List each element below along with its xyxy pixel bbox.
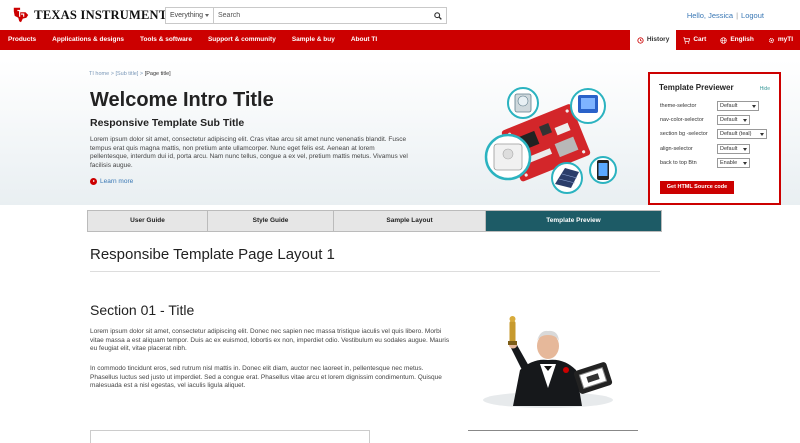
- theme-selector-select[interactable]: Default: [717, 101, 759, 111]
- align-selector-value: Default: [720, 146, 738, 152]
- nav-language[interactable]: English: [713, 30, 760, 50]
- chevron-down-icon: [760, 133, 764, 136]
- template-previewer-panel: Template Previewer Hide theme-selector D…: [648, 72, 781, 205]
- ti-logo[interactable]: TEXAS INSTRUMENTS: [12, 6, 174, 24]
- page-heading: Responsibe Template Page Layout 1: [90, 246, 335, 263]
- previewer-label-nav-color: nav-color-selector: [660, 117, 704, 123]
- hero-product-image: [484, 87, 617, 194]
- previewer-title: Template Previewer: [659, 83, 734, 92]
- get-html-source-button[interactable]: Get HTML Source code: [660, 181, 734, 194]
- chevron-down-icon: [205, 14, 209, 17]
- back-to-top-value: Enable: [720, 160, 738, 166]
- user-greeting-link[interactable]: Hello, Jessica: [687, 11, 733, 20]
- play-circle-icon: [90, 178, 97, 185]
- texas-map-logo-icon: [13, 7, 29, 23]
- tab-user-guide[interactable]: User Guide: [88, 211, 208, 231]
- main-nav: Products Applications & designs Tools & …: [0, 30, 800, 50]
- nav-utility: History Cart English myTI: [629, 30, 800, 50]
- nav-history-label: History: [646, 36, 670, 43]
- nav-color-selector-select[interactable]: Default: [717, 115, 750, 125]
- brand-wordmark: TEXAS INSTRUMENTS: [34, 7, 175, 22]
- previewer-label-section-bg: section bg -selector: [660, 131, 708, 137]
- nav-myti-label: myTI: [777, 36, 793, 43]
- template-tabs: User Guide Style Guide Sample Layout Tem…: [87, 210, 662, 232]
- search-input[interactable]: [214, 8, 430, 23]
- user-links: Hello, Jessica | Logout: [687, 11, 764, 20]
- cart-icon: [683, 36, 691, 44]
- nav-myti[interactable]: myTI: [761, 30, 800, 50]
- divider: [468, 430, 638, 431]
- search-scope-select[interactable]: Everything: [166, 8, 214, 23]
- learn-more-label: Learn more: [100, 178, 134, 185]
- section-image: [483, 316, 613, 408]
- tab-template-preview[interactable]: Template Preview: [486, 211, 661, 231]
- nav-sample-buy[interactable]: Sample & buy: [284, 30, 343, 50]
- previewer-label-theme: theme-selector: [660, 103, 697, 109]
- search-icon: [434, 11, 442, 20]
- section-paragraph-2: In commodo tincidunt eros, sed rutrum ni…: [90, 365, 442, 389]
- breadcrumb-home[interactable]: TI home: [89, 71, 109, 77]
- nav-support[interactable]: Support & community: [200, 30, 284, 50]
- learn-more-link[interactable]: Learn more: [90, 178, 133, 185]
- hero-title: Welcome Intro Title: [90, 89, 274, 111]
- nav-language-label: English: [730, 36, 754, 43]
- tab-style-guide[interactable]: Style Guide: [208, 211, 334, 231]
- nav-about[interactable]: About TI: [343, 30, 385, 50]
- globe-icon: [720, 36, 727, 44]
- previewer-label-align: align-selector: [660, 146, 693, 152]
- align-selector-select[interactable]: Default: [717, 144, 750, 154]
- search-scope-value: Everything: [170, 12, 204, 19]
- section-bg-selector-value: Default (teal): [720, 131, 752, 137]
- theme-selector-value: Default: [720, 103, 738, 109]
- nav-cart[interactable]: Cart: [676, 30, 713, 50]
- nav-history[interactable]: History: [629, 30, 677, 50]
- section-title: Section 01 - Title: [90, 302, 195, 318]
- chevron-down-icon: [743, 162, 747, 165]
- logout-link[interactable]: Logout: [741, 11, 764, 20]
- section-bg-selector-select[interactable]: Default (teal): [717, 129, 767, 139]
- back-to-top-select[interactable]: Enable: [717, 158, 750, 168]
- separator: |: [736, 11, 739, 20]
- breadcrumb-sub[interactable]: [Sub title]: [115, 71, 138, 77]
- chevron-down-icon: [743, 119, 747, 122]
- section-paragraph-1: Lorem ipsum dolor sit amet, consectetur …: [90, 328, 450, 352]
- previewer-label-back-to-top: back to top Btn: [660, 160, 697, 166]
- gear-icon: [768, 37, 774, 43]
- nav-applications[interactable]: Applications & designs: [44, 30, 132, 50]
- divider: [90, 271, 660, 272]
- hero-subtitle: Responsive Template Sub Title: [90, 117, 245, 129]
- breadcrumb: TI home > [Sub title] > [Page title]: [89, 71, 171, 77]
- breadcrumb-current: [Page title]: [144, 71, 171, 77]
- hero-body: Lorem ipsum dolor sit amet, consectetur …: [90, 136, 408, 169]
- bottom-card: [90, 430, 370, 443]
- history-icon: [637, 36, 644, 44]
- nav-tools[interactable]: Tools & software: [132, 30, 200, 50]
- chevron-down-icon: [752, 105, 756, 108]
- tab-sample-layout[interactable]: Sample Layout: [334, 211, 486, 231]
- nav-products[interactable]: Products: [0, 30, 44, 50]
- search-bar: Everything: [165, 7, 447, 24]
- top-header: TEXAS INSTRUMENTS Everything Hello, Jess…: [0, 0, 800, 30]
- previewer-hide-link[interactable]: Hide: [760, 86, 770, 92]
- search-button[interactable]: [430, 8, 446, 23]
- nav-color-selector-value: Default: [720, 117, 738, 123]
- chevron-down-icon: [743, 148, 747, 151]
- nav-cart-label: Cart: [693, 36, 707, 43]
